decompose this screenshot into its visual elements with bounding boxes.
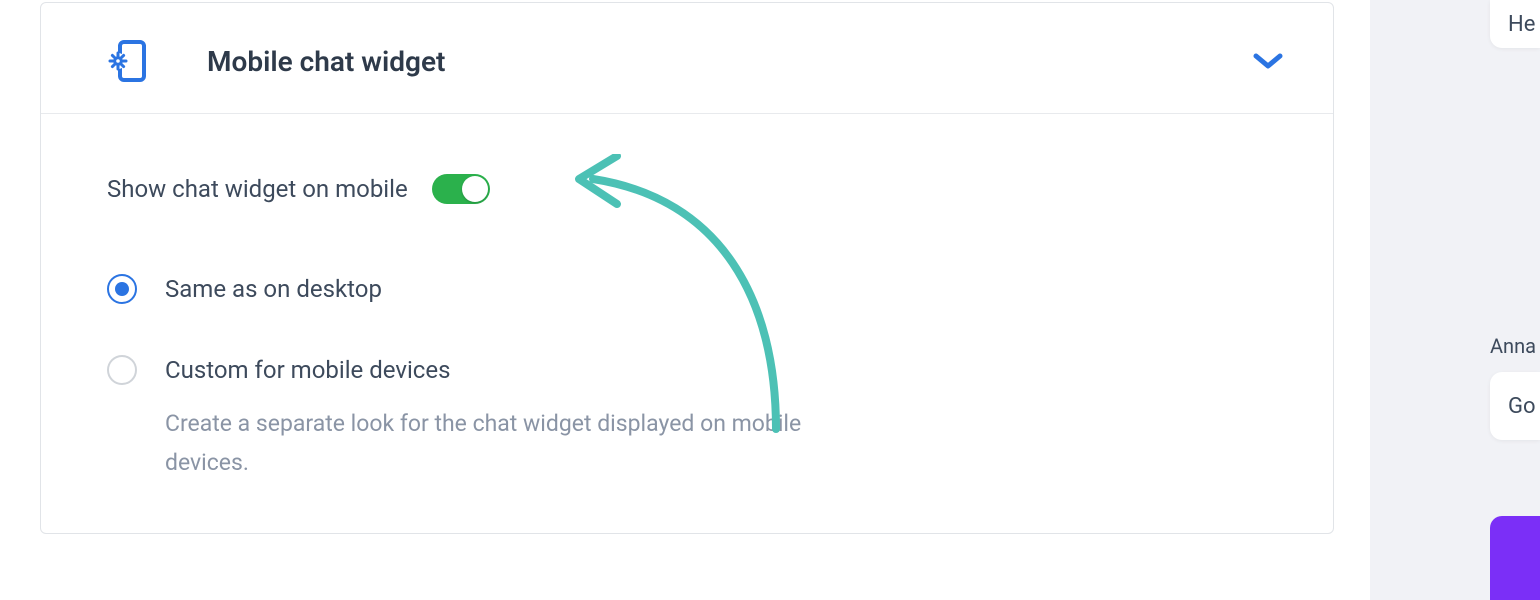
settings-panel: Mobile chat widget Show chat widget on m… [0, 0, 1370, 600]
show-on-mobile-row: Show chat widget on mobile [107, 174, 1267, 204]
preview-message-bubble: He [1490, 0, 1540, 48]
radio-option-custom-mobile[interactable]: Custom for mobile devices Create a separ… [107, 355, 1267, 482]
radio-label: Same as on desktop [165, 274, 382, 305]
mobile-chat-widget-card: Mobile chat widget Show chat widget on m… [40, 2, 1334, 534]
chevron-down-icon[interactable] [1253, 46, 1283, 76]
preview-message-text: Go [1508, 394, 1536, 419]
divider-gutter [1370, 0, 1390, 600]
mobile-settings-icon [107, 41, 147, 81]
radio-dot [115, 282, 129, 296]
radio-button[interactable] [107, 355, 137, 385]
radio-label: Custom for mobile devices [165, 355, 845, 386]
chat-preview-pane: He Anna Go [1390, 0, 1540, 600]
card-header[interactable]: Mobile chat widget [41, 3, 1333, 114]
preview-author-name: Anna [1490, 334, 1536, 358]
radio-text: Custom for mobile devices Create a separ… [165, 355, 845, 482]
radio-button[interactable] [107, 274, 137, 304]
toggle-thumb [462, 176, 488, 202]
appearance-radio-group: Same as on desktop Custom for mobile dev… [107, 274, 1267, 483]
show-on-mobile-toggle[interactable] [432, 174, 490, 204]
toggle-label: Show chat widget on mobile [107, 175, 408, 203]
radio-description: Create a separate look for the chat widg… [165, 404, 845, 482]
card-title: Mobile chat widget [207, 45, 1253, 78]
radio-option-same-as-desktop[interactable]: Same as on desktop [107, 274, 1267, 305]
preview-message-bubble: Go [1490, 372, 1540, 440]
preview-message-text: He [1508, 12, 1535, 37]
preview-footer [1490, 516, 1540, 600]
radio-text: Same as on desktop [165, 274, 382, 305]
card-body: Show chat widget on mobile Same as on de… [41, 114, 1333, 533]
